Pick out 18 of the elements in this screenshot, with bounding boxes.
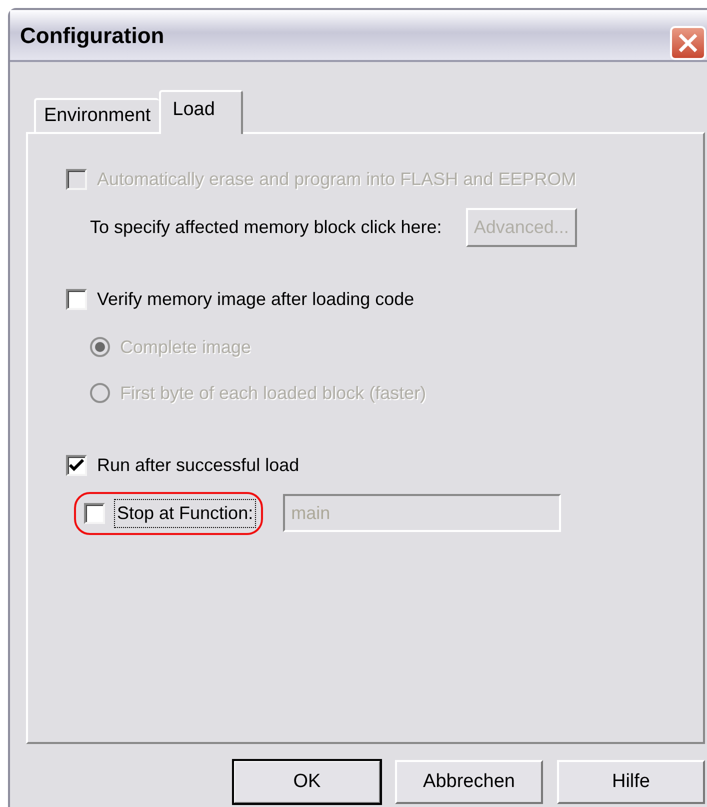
close-button[interactable] [670, 26, 706, 60]
dialog-button[interactable]: Hilfe [557, 760, 705, 804]
radio-label: First byte of each loaded block (faster) [120, 382, 426, 405]
dialog-button[interactable]: Abbrechen [395, 760, 543, 804]
checkbox-label: Stop at Function: [115, 500, 256, 526]
checkbox[interactable] [84, 502, 105, 524]
hint-text: To specify affected memory block click here: [90, 216, 442, 239]
checkbox[interactable] [66, 454, 87, 476]
tab[interactable]: Load [158, 90, 243, 134]
checkbox[interactable] [66, 288, 87, 310]
checkbox-label: Run after successful load [97, 454, 300, 476]
dialog-button[interactable]: OK [233, 760, 381, 804]
radio-label: Complete image [120, 336, 252, 359]
close-icon [677, 32, 699, 54]
checkbox-label: Verify memory image after loading code [97, 288, 414, 311]
window-title: Configuration [20, 22, 164, 50]
tab[interactable]: Environment [34, 98, 159, 132]
checkbox-label: Automatically erase and program into FLASH and EEPROM [97, 168, 576, 191]
